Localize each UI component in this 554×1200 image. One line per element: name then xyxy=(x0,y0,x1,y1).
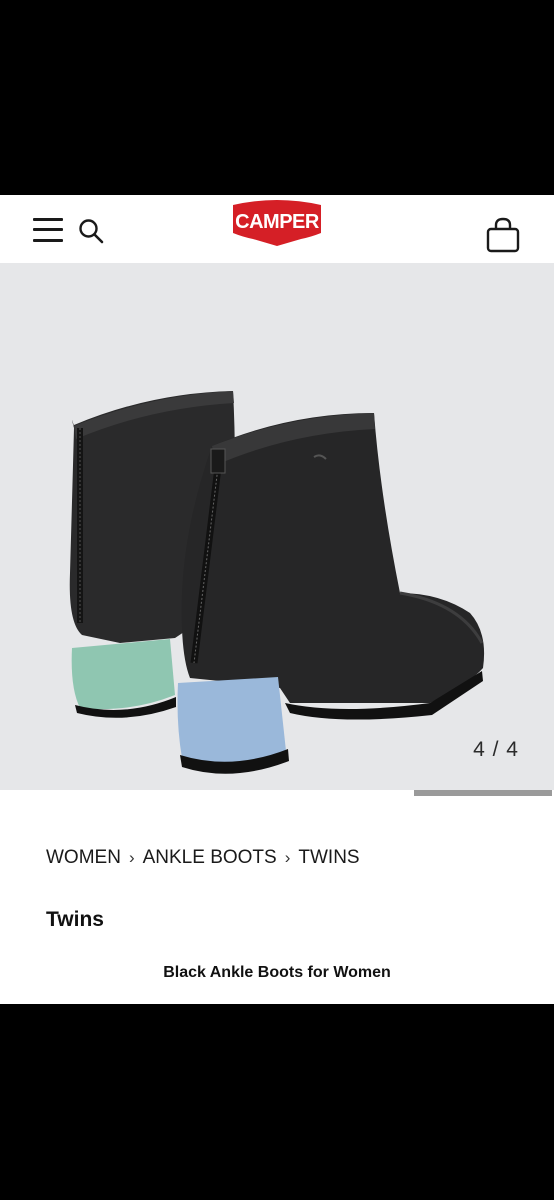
product-subtitle: Black Ankle Boots for Women xyxy=(163,964,391,981)
gallery-counter: 4 / 4 xyxy=(473,738,519,761)
search-icon[interactable] xyxy=(78,218,104,244)
breadcrumb-item-women[interactable]: WOMEN xyxy=(46,847,121,868)
breadcrumb: WOMEN › ANKLE BOOTS › TWINS xyxy=(46,847,360,869)
logo-text: CAMPER xyxy=(235,211,320,233)
bottom-black-bar xyxy=(0,1004,554,1200)
menu-icon[interactable] xyxy=(33,216,63,244)
shopping-bag-icon[interactable] xyxy=(485,216,521,254)
product-image-gallery[interactable]: 4 / 4 xyxy=(0,263,554,790)
breadcrumb-item-twins[interactable]: TWINS xyxy=(298,847,359,868)
breadcrumb-separator: › xyxy=(284,848,291,867)
breadcrumb-item-ankle-boots[interactable]: ANKLE BOOTS xyxy=(143,847,277,868)
product-image xyxy=(69,391,485,774)
breadcrumb-separator: › xyxy=(128,848,135,867)
top-black-bar xyxy=(0,0,554,195)
camper-logo[interactable]: CAMPER xyxy=(231,199,323,247)
right-boot xyxy=(177,413,485,774)
product-name: Twins xyxy=(46,908,104,931)
